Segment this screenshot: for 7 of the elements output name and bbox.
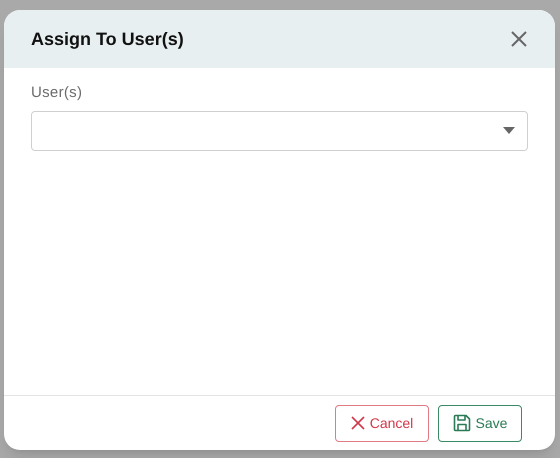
field-label: User(s) <box>31 83 84 103</box>
dropdown-arrow-icon <box>503 127 515 134</box>
dialog-title: Assign To User(s) <box>31 28 184 51</box>
cancel-button[interactable]: Cancel <box>335 404 429 442</box>
save-button[interactable]: Save <box>438 404 522 442</box>
close-icon[interactable] <box>510 30 528 48</box>
close-icon <box>350 416 365 430</box>
